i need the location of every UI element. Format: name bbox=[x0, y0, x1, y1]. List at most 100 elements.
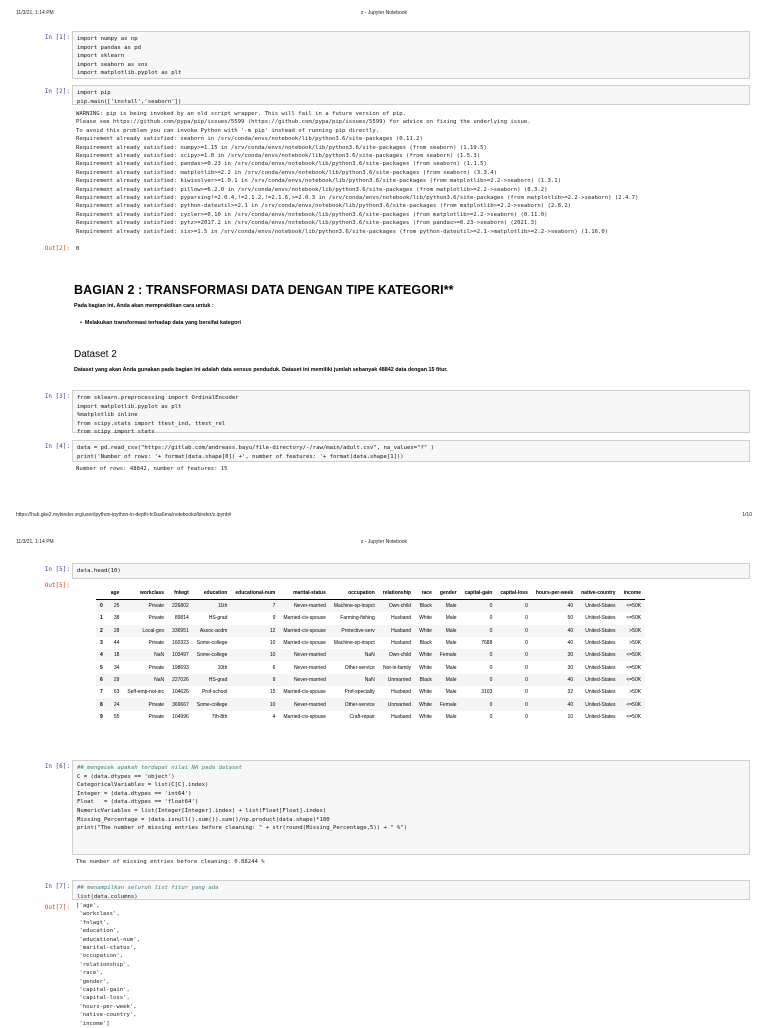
table-cell: Unmarried bbox=[378, 673, 416, 687]
table-row: 2 28 Local-gov 336951 Assoc-acdm 12 Married-ci… bbox=[96, 624, 646, 637]
table-cell: Self-emp-not-inc bbox=[127, 689, 165, 696]
code-line: import seaborn as sns bbox=[77, 61, 148, 68]
cell-1-code[interactable]: import numpy as np import pandas as pd imp… bbox=[72, 31, 750, 79]
table-cell: 34 bbox=[113, 664, 120, 671]
code-line: NumericVariables = list(Integer[Integer]… bbox=[77, 807, 327, 814]
table-cell: 40 bbox=[531, 673, 578, 687]
table-cell: 0 bbox=[496, 624, 532, 637]
table-cell: 30 bbox=[567, 664, 574, 671]
table-cell: 336951 bbox=[168, 624, 193, 637]
table-cell: Male bbox=[445, 640, 457, 647]
table-cell: 104626 bbox=[172, 689, 189, 696]
table-cell: 40 bbox=[531, 698, 578, 711]
table-cell: 9 bbox=[272, 615, 276, 622]
column-header: capital-gain bbox=[460, 587, 497, 600]
table-row: 0 25 Private 226802 11th 7 Never-married Machin… bbox=[96, 599, 646, 613]
code-line: print("The number of missing entries bef… bbox=[77, 825, 408, 832]
table-cell: United-States bbox=[585, 615, 616, 622]
cell-7-output: ['age', 'workclass', 'fnlwgt', 'educatio… bbox=[76, 902, 140, 1028]
code-line: from sklearn.preprocessing import Ordina… bbox=[77, 395, 239, 401]
code-line: import matplotlib.pyplot as plt bbox=[77, 70, 182, 77]
cell-4-code[interactable]: data = pd.read_csv("https://gitlab.com/a… bbox=[72, 440, 750, 462]
column-header: workclass bbox=[123, 587, 169, 600]
table-cell: Prof-specialty bbox=[344, 689, 375, 696]
table-cell: 3103 bbox=[481, 689, 493, 696]
table-cell: Assoc-acdm bbox=[192, 624, 232, 637]
table-cell: Male bbox=[445, 664, 457, 671]
table-cell: 0 bbox=[525, 713, 528, 720]
row-index: 2 bbox=[96, 624, 107, 637]
table-cell: Male bbox=[435, 624, 461, 637]
table-cell: White bbox=[419, 713, 432, 720]
table-cell: 40 bbox=[531, 624, 578, 637]
cell-2-code[interactable]: import pip pip.main(['install','seaborn']… bbox=[72, 85, 750, 105]
table-cell: United-States bbox=[577, 673, 620, 687]
cell-6-prompt: In [6]: bbox=[44, 763, 70, 770]
table-cell: 0 bbox=[525, 664, 528, 671]
table-cell: United-States bbox=[577, 649, 620, 662]
table-cell: Some-college bbox=[192, 649, 232, 662]
table-cell: Private bbox=[148, 640, 165, 647]
table-row: 6 29 NaN 227026 HS-grad 9 Never-married NaN Unma… bbox=[96, 673, 646, 687]
table-cell: 29 bbox=[106, 673, 124, 687]
output-line: 'relationship', bbox=[76, 961, 130, 968]
output-line: ['age', bbox=[76, 903, 100, 909]
table-cell: <=50K bbox=[626, 713, 642, 720]
code-line: pip.main(['install','seaborn']) bbox=[77, 98, 182, 105]
row-index: 1 bbox=[100, 615, 103, 622]
table-cell: Other-service bbox=[329, 698, 379, 711]
table-cell: Some-college bbox=[196, 640, 228, 647]
cell-5-out-prompt: Out[5]: bbox=[44, 582, 70, 589]
table-cell: Male bbox=[435, 673, 461, 687]
output-line: 'capital-gain', bbox=[76, 987, 130, 994]
dataset-description: Dataset yang akan Anda gunakan pada bagi… bbox=[74, 367, 448, 373]
table-cell: Female bbox=[435, 649, 461, 662]
output-line: 'marital-status', bbox=[76, 945, 137, 952]
table-cell: Husband bbox=[391, 713, 412, 720]
table-cell: Local-gov bbox=[123, 624, 169, 637]
table-row: 1 38 Private 89814 HS-grad 9 Married-civ-spous… bbox=[96, 612, 645, 624]
code-line: ## mengecek apakah terdapat nilai NA pad… bbox=[77, 765, 243, 771]
table-cell: Farming-fishing bbox=[340, 615, 375, 622]
column-header: relationship bbox=[378, 587, 416, 600]
table-cell: 0 bbox=[489, 615, 493, 622]
table-row: 4 18 NaN 103497 Some-college 10 Never-married N… bbox=[96, 649, 646, 662]
table-cell: Craft-repair bbox=[349, 713, 375, 720]
table-cell: 0 bbox=[496, 599, 532, 613]
code-line: import pandas as pd bbox=[77, 44, 141, 51]
section-heading: BAGIAN 2 : TRANSFORMASI DATA DENGAN TIPE… bbox=[74, 283, 454, 297]
output-line: 'gender', bbox=[76, 978, 110, 985]
table-cell: NaN bbox=[123, 649, 169, 662]
dataset-subheading: Dataset 2 bbox=[74, 349, 117, 360]
code-line: Integer = (data.dtypes == 'int64') bbox=[77, 790, 192, 797]
table-cell: United-States bbox=[577, 624, 620, 637]
table-cell: United-States bbox=[577, 698, 620, 711]
table-cell: Never-married bbox=[279, 649, 330, 662]
table-cell: Female bbox=[435, 698, 461, 711]
bullet-item: • Melakukan transformasi terhadap data y… bbox=[80, 320, 241, 326]
table-cell: 24 bbox=[106, 698, 124, 711]
cell-5-code[interactable]: data.head(10) bbox=[72, 563, 750, 579]
table-cell: 0 bbox=[525, 640, 528, 647]
table-header-row: age workclass fnlwgt education educational-n… bbox=[96, 587, 646, 600]
row-index: 8 bbox=[96, 698, 107, 711]
table-cell: >50K bbox=[629, 689, 642, 696]
table-cell: Husband bbox=[378, 624, 416, 637]
table-cell: 160323 bbox=[172, 640, 189, 647]
output-line: To avoid this problem you can invoke Pyt… bbox=[76, 127, 380, 134]
cell-7-code[interactable]: ## menampilkan seluruh list fitur yang a… bbox=[72, 880, 750, 900]
table-cell: <=50K bbox=[619, 698, 646, 711]
table-cell: 12 bbox=[231, 624, 280, 637]
cell-6-code[interactable]: ## mengecek apakah terdapat nilai NA pad… bbox=[72, 760, 750, 855]
table-cell: 226802 bbox=[168, 599, 193, 613]
column-header: race bbox=[415, 587, 436, 600]
table-cell: 103497 bbox=[168, 649, 193, 662]
output-line: Requirement already satisfied: numpy>=1.… bbox=[76, 144, 487, 151]
table-cell: Never-married bbox=[279, 599, 330, 613]
table-cell: 6 bbox=[272, 664, 276, 671]
table-cell: 0 bbox=[460, 698, 497, 711]
cell-4-output: Number of rows: 48842, number of feature… bbox=[76, 465, 228, 473]
table-cell: 369667 bbox=[168, 698, 193, 711]
cell-3-code[interactable]: from sklearn.preprocessing import Ordina… bbox=[72, 390, 750, 435]
code-line: list(data.columns) bbox=[77, 893, 138, 900]
